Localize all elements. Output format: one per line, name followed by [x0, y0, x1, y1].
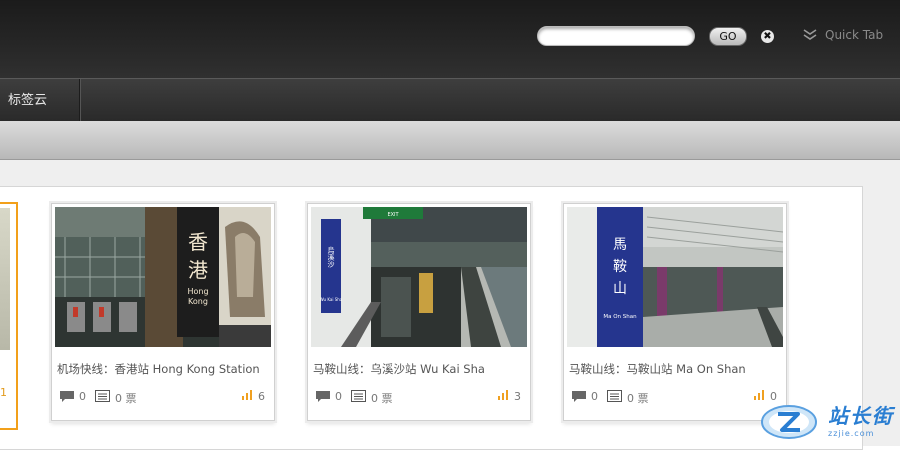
close-icon[interactable]: ✖ [761, 30, 774, 43]
card-meta: 0 0 票 3 [315, 390, 523, 405]
vote-count: 0 票 [115, 392, 137, 405]
card-photo[interactable]: 香 港 Hong Kong [55, 207, 271, 347]
sign-text: Kong [188, 297, 208, 306]
nav-item-tag-cloud[interactable]: 标签云 [0, 79, 80, 121]
vote-count: 0 票 [371, 392, 393, 405]
sign-text: 山 [613, 281, 627, 297]
comment-icon [572, 391, 586, 402]
card-title[interactable]: 马鞍山线：乌溪沙站 Wu Kai Sha [313, 361, 485, 377]
sign-text: 港 [188, 258, 208, 282]
watermark-logo-icon [761, 405, 817, 439]
card-score: 6 [258, 390, 265, 403]
sign-text: Ma On Shan [603, 314, 637, 320]
subheader-bar [0, 121, 900, 160]
card-photo [0, 208, 10, 350]
station-photo-ma-on-shan: 馬 鞍 山 Ma On Shan [567, 207, 783, 347]
card-photo[interactable]: 馬 鞍 山 Ma On Shan [567, 207, 783, 347]
signal-bars-icon [242, 390, 252, 400]
sign-text: 烏溪沙 [327, 246, 335, 268]
vote-icon [95, 390, 110, 402]
comment-icon [60, 391, 74, 402]
exit-sign-text: EXIT [387, 212, 399, 218]
vote-count: 0 票 [627, 392, 649, 405]
sign-text: 鞍 [613, 259, 627, 275]
station-photo-wu-kai-sha: EXIT 烏溪沙 Wu Kai Sha [311, 207, 527, 347]
watermark-subtext: zzjie.com [828, 429, 875, 438]
double-chevron-down-icon [803, 29, 817, 40]
card-meta: 0 0 票 6 [59, 390, 267, 405]
comment-icon [316, 391, 330, 402]
signal-bars-icon [498, 390, 508, 400]
card-score: 1 [0, 386, 7, 399]
watermark-text: 站长街 [828, 404, 894, 428]
card-meta: 0 0 票 0 [571, 390, 779, 405]
main-nav: 标签云 [0, 78, 900, 121]
top-header: GO ✖ Quick Tab [0, 0, 900, 78]
vote-icon [607, 390, 622, 402]
card-title[interactable]: 马鞍山线：马鞍山站 Ma On Shan [569, 361, 746, 377]
sign-text: 香 [188, 230, 208, 254]
card-score: 3 [514, 390, 521, 403]
gallery-card[interactable]: 香 港 Hong Kong 机场快线：香港站 Hong Kong Station… [51, 203, 275, 421]
sign-text: 馬 [613, 237, 627, 253]
gallery-card[interactable]: 馬 鞍 山 Ma On Shan 马鞍山线：马鞍山站 Ma On Shan 0 … [563, 203, 787, 421]
signal-bars-icon [754, 390, 764, 400]
comment-count: 0 [335, 390, 342, 403]
card-title[interactable]: 机场快线：香港站 Hong Kong Station [57, 361, 260, 377]
comment-count: 0 [591, 390, 598, 403]
station-photo-hong-kong: 香 港 Hong Kong [55, 207, 271, 347]
sign-text: Hong [187, 287, 208, 296]
sign-text: Wu Kai Sha [320, 297, 343, 302]
gallery-card[interactable]: EXIT 烏溪沙 Wu Kai Sha 马鞍山线：乌溪沙站 Wu Kai Sha… [307, 203, 531, 421]
comment-count: 0 [79, 390, 86, 403]
search-input[interactable] [537, 26, 695, 46]
card-photo[interactable]: EXIT 烏溪沙 Wu Kai Sha [311, 207, 527, 347]
go-button[interactable]: GO [709, 27, 747, 46]
quick-tab-label: Quick Tab [825, 28, 884, 42]
vote-icon [351, 390, 366, 402]
quick-tab-toggle[interactable]: Quick Tab [803, 28, 883, 42]
